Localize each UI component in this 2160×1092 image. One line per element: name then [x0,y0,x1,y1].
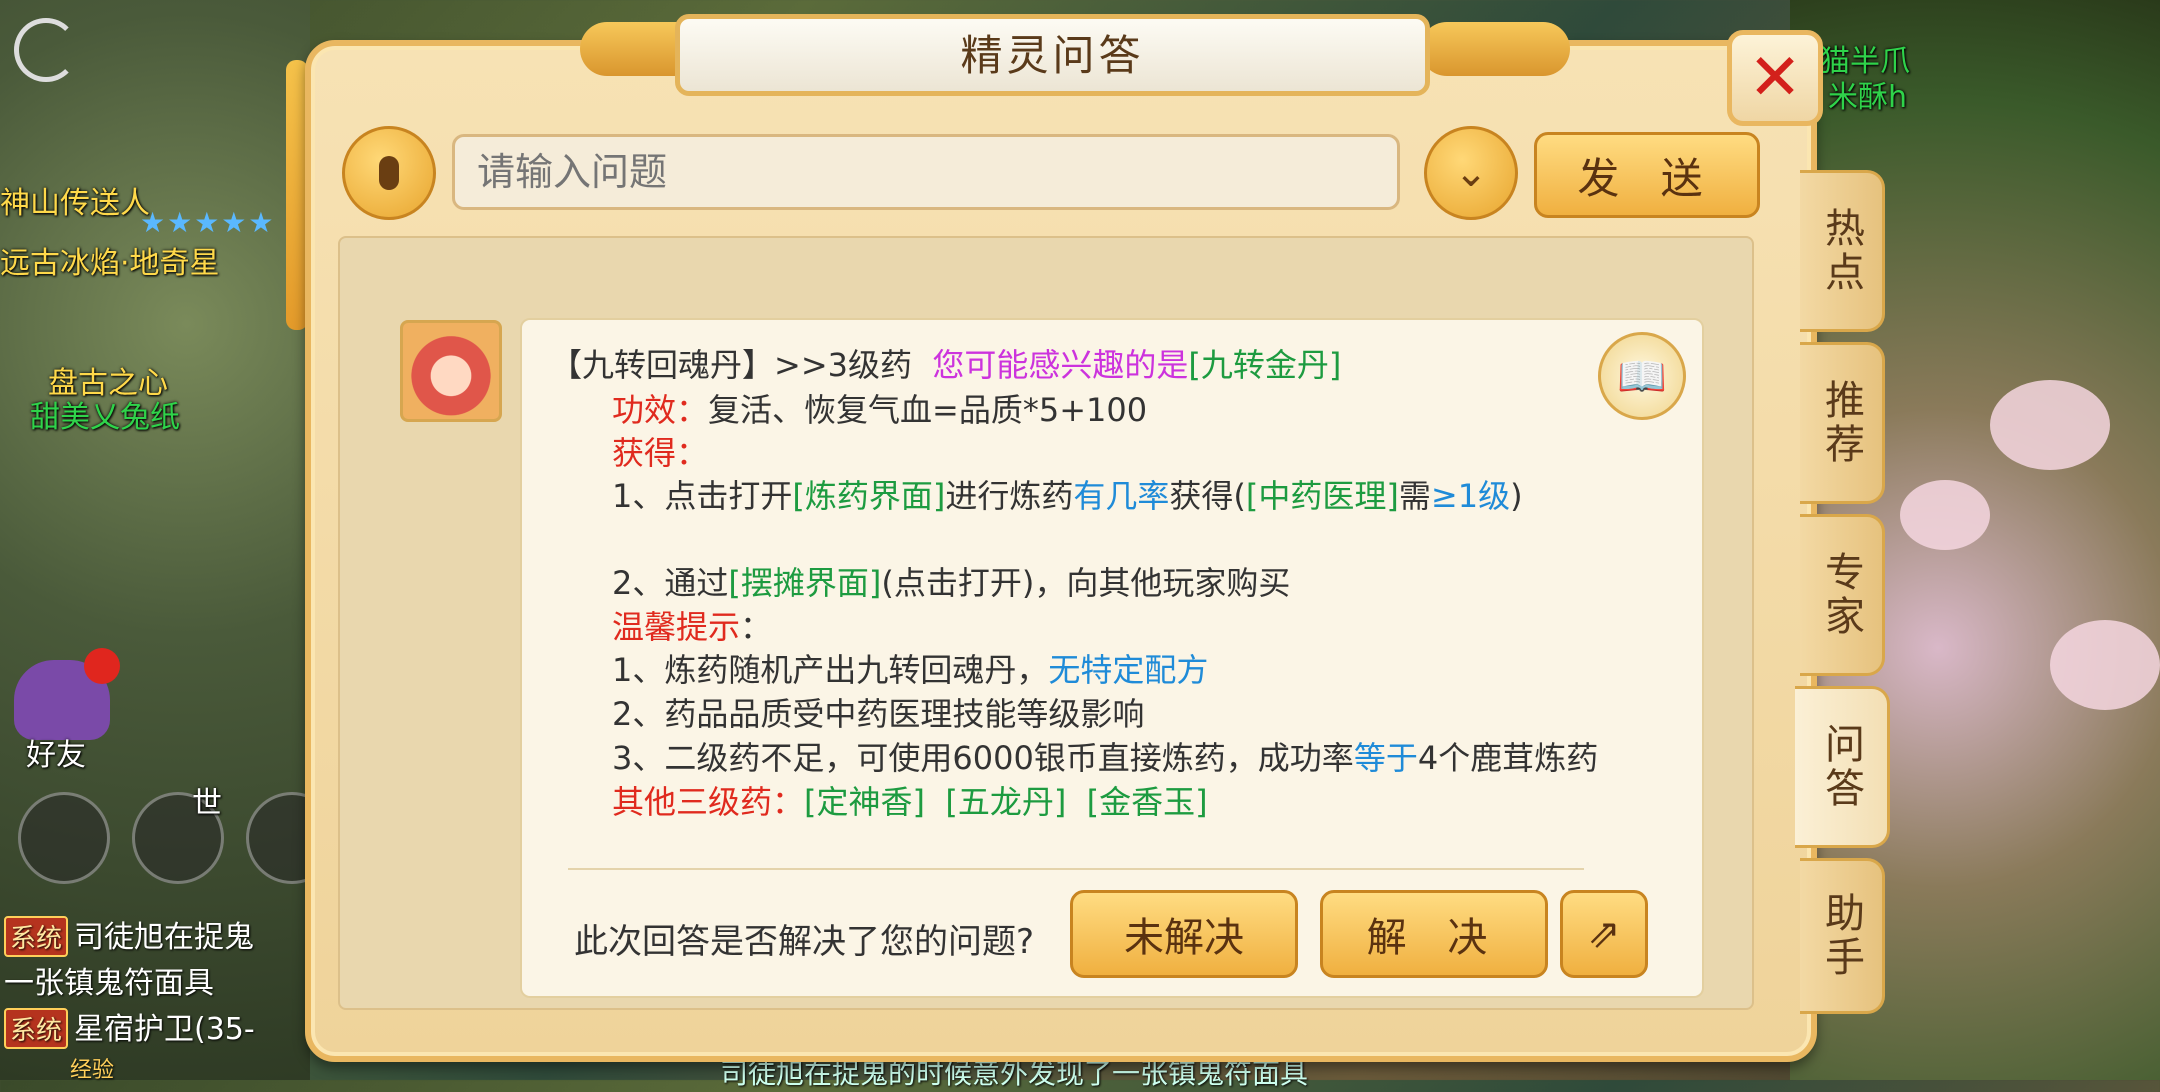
tab-hot[interactable]: 热点 [1800,170,1885,332]
item-link[interactable]: [九转金丹] [1188,346,1341,384]
answer-header: 【九转回魂丹】>>3级药 您可能感兴趣的是[九转金丹] [550,346,1342,384]
share-button[interactable]: ⇗ [1560,890,1648,978]
tip-line-1: 1、炼药随机产出九转回魂丹，无特定配方 [612,651,1209,689]
star-rating-icon: ★★★★★ [140,206,276,239]
blossom-decoration [1900,480,1990,550]
close-button[interactable]: ✕ [1727,30,1823,126]
chat-line: 一张镇鬼符面具 [4,966,214,1001]
npc-name[interactable]: 远古冰焰·地奇星 [0,238,220,282]
dialog-title: 精灵问答 [960,31,1145,80]
medicine-link[interactable]: [金香玉] [1087,783,1208,821]
history-dropdown-button[interactable]: ⌄ [1424,126,1518,220]
blossom-decoration [2050,620,2160,710]
medicine-link[interactable]: [五龙丹] [945,783,1066,821]
chat-line: 系统 司徒旭在捉鬼 [4,912,254,957]
obtain-label: 获得： [612,434,709,472]
obtain-line-2: 2、通过[摆摊界面](点击打开)，向其他玩家购买 [612,564,1291,602]
exp-label: 经验 [70,1058,115,1083]
blossom-decoration [1990,380,2110,470]
npc-name[interactable]: 甜美乂兔纸 [30,392,180,436]
send-button[interactable]: 发 送 [1534,132,1760,218]
world-channel-label: 世 [192,786,222,821]
effect-line: 功效：复活、恢复气血=品质*5+100 [612,391,1148,429]
unsolved-button[interactable]: 未解决 [1070,890,1298,978]
title-ornament [1420,22,1570,76]
tip-line-2: 2、药品品质受中药医理技能等级影响 [612,695,1145,733]
obtain-line-1: 1、点击打开[炼药界面]进行炼药有几率获得([中药医理]需≥1级) [612,477,1523,515]
fairy-avatar [400,320,502,422]
npc-name[interactable]: 神山传送人 [0,178,150,222]
tab-recommend[interactable]: 推荐 [1800,342,1885,504]
chevron-down-icon: ⌄ [1454,150,1488,196]
back-icon[interactable] [14,18,78,82]
tab-assistant[interactable]: 助手 [1800,858,1885,1014]
tab-expert[interactable]: 专家 [1800,514,1885,676]
feedback-question: 此次回答是否解决了您的问题? [574,922,1035,962]
close-icon[interactable]: ✕ [1748,46,1802,110]
system-tag: 系统 [4,916,69,957]
medicine-link[interactable]: [定神香] [804,783,925,821]
skill-link[interactable]: [中药医理] [1246,477,1399,515]
solved-button[interactable]: 解 决 [1320,890,1548,978]
book-icon[interactable]: 📖 [1598,332,1686,420]
chat-line: 系统 星宿护卫(35- [4,1004,255,1049]
stall-link[interactable]: [摆摊界面] [728,564,881,602]
microphone-icon [379,156,399,190]
notification-dot [84,648,120,684]
friend-label[interactable]: 好友 [26,730,86,774]
system-tag: 系统 [4,1008,69,1049]
divider [568,868,1584,870]
tips-label: 温馨提示： [612,608,773,646]
question-input[interactable] [452,134,1400,210]
tab-qa[interactable]: 问答 [1795,686,1890,848]
tip-line-3: 3、二级药不足，可使用6000银币直接炼药，成功率等于4个鹿茸炼药 [612,739,1599,777]
alchemy-link[interactable]: [炼药界面] [792,477,945,515]
voice-input-button[interactable] [342,126,436,220]
chat-bubble-icon[interactable] [18,792,110,884]
npc-name[interactable]: 米酥h [1828,72,1907,116]
other-medicines-line: 其他三级药：[定神香] [五龙丹] [金香玉] [612,783,1208,821]
share-icon: ⇗ [1587,911,1621,957]
